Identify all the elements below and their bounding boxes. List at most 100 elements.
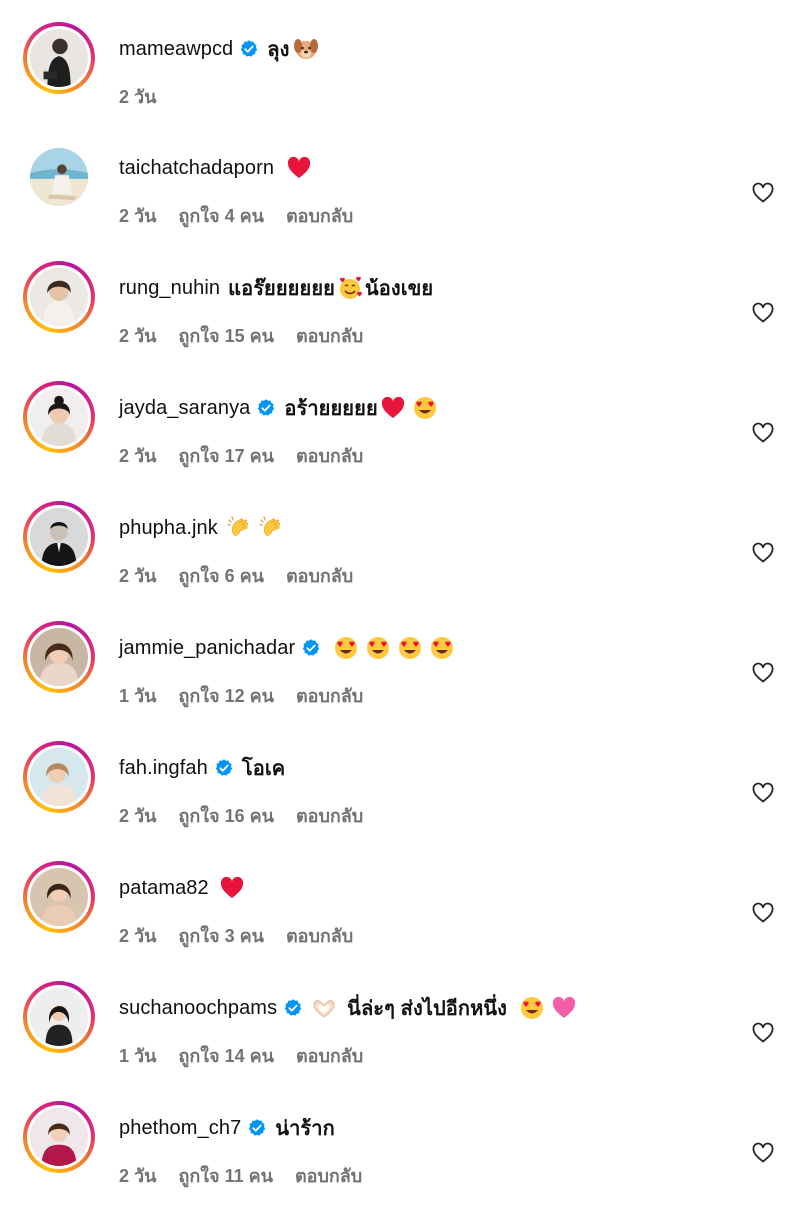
avatar[interactable] — [23, 22, 95, 94]
comment-line: taichatchadaporn — [119, 153, 312, 183]
username[interactable]: phupha.jnk — [119, 517, 218, 540]
like-count[interactable]: ถูกใจ 15 คน — [178, 321, 274, 350]
comment-line: phethom_ch7 น่าร้าก — [119, 1113, 335, 1143]
comment-meta: 2 วัน ถูกใจ 6 คน ตอบกลับ — [119, 561, 375, 590]
username[interactable]: rung_nuhin — [119, 277, 220, 300]
comment-text-2: น้องเขย — [364, 278, 434, 300]
heart-outline-icon[interactable] — [751, 541, 775, 565]
heart-outline-icon[interactable] — [751, 181, 775, 205]
like-count[interactable]: ถูกใจ 12 คน — [178, 681, 274, 710]
comment-time: 1 วัน — [119, 1046, 157, 1066]
comment-line: mameawpcd ลุง — [119, 34, 319, 64]
comment-meta: 2 วัน — [119, 82, 178, 111]
dog-face-emoji — [293, 36, 319, 62]
comment-meta: 2 วัน ถูกใจ 3 คน ตอบกลับ — [119, 921, 375, 950]
comment-meta: 2 วัน ถูกใจ 16 คน ตอบกลับ — [119, 801, 385, 830]
comment-row: taichatchadaporn 2 วัน ถูกใจ 4 คน ตอบกลั… — [0, 141, 800, 261]
heart-hands-emoji — [311, 995, 337, 1021]
comment-row: patama82 2 วัน ถูกใจ 3 คน ตอบกลับ — [0, 861, 800, 981]
comment-text: อร้ายยยยย — [284, 398, 378, 420]
username[interactable]: jammie_panichadar — [119, 637, 295, 660]
avatar[interactable] — [23, 501, 95, 573]
comment-meta: 2 วัน ถูกใจ 15 คน ตอบกลับ — [119, 321, 385, 350]
verified-badge-icon — [301, 638, 321, 658]
verified-badge-icon — [283, 998, 303, 1018]
like-count[interactable]: ถูกใจ 3 คน — [178, 921, 264, 950]
reply-button[interactable]: ตอบกลับ — [296, 441, 363, 470]
username[interactable]: suchanoochpams — [119, 997, 277, 1020]
reply-button[interactable]: ตอบกลับ — [296, 1041, 363, 1070]
avatar[interactable] — [23, 261, 95, 333]
comment-line: suchanoochpams นี่ล่ะๆ ส่งไปอีกหนึ่ง — [119, 993, 577, 1023]
like-count[interactable]: ถูกใจ 6 คน — [178, 561, 264, 590]
avatar[interactable] — [23, 381, 95, 453]
clapping-hands-emoji — [259, 515, 286, 541]
heart-outline-icon[interactable] — [751, 781, 775, 805]
heart-eyes-emoji — [365, 635, 391, 661]
reply-button[interactable]: ตอบกลับ — [296, 321, 363, 350]
avatar[interactable] — [23, 621, 95, 693]
comment-time: 2 วัน — [119, 926, 157, 946]
heart-eyes-emoji — [519, 995, 545, 1021]
username[interactable]: taichatchadaporn — [119, 157, 274, 180]
comment-line: patama82 — [119, 873, 245, 903]
comment-meta: 2 วัน ถูกใจ 11 คน ตอบกลับ — [119, 1161, 384, 1190]
comment-meta: 2 วัน ถูกใจ 4 คน ตอบกลับ — [119, 201, 375, 230]
comment-time: 2 วัน — [119, 326, 157, 346]
comment-row: fah.ingfah โอเค 2 วัน ถูกใจ 16 คน ตอบกลั… — [0, 741, 800, 861]
like-count[interactable]: ถูกใจ 4 คน — [178, 201, 264, 230]
comment-text: โอเค — [241, 758, 286, 780]
heart-outline-icon[interactable] — [751, 901, 775, 925]
comment-row: suchanoochpams นี่ล่ะๆ ส่งไปอีกหนึ่ง 1 ว… — [0, 981, 800, 1101]
like-count[interactable]: ถูกใจ 14 คน — [178, 1041, 274, 1070]
username[interactable]: mameawpcd — [119, 38, 233, 61]
comment-meta: 1 วัน ถูกใจ 14 คน ตอบกลับ — [119, 1041, 385, 1070]
heart-outline-icon[interactable] — [751, 1141, 775, 1165]
red-heart-emoji — [380, 395, 406, 421]
like-count[interactable]: ถูกใจ 17 คน — [178, 441, 274, 470]
username[interactable]: patama82 — [119, 877, 209, 900]
username[interactable]: phethom_ch7 — [119, 1117, 241, 1140]
comment-row: phupha.jnk 2 วัน ถูกใจ 6 คน ตอบกลับ — [0, 501, 800, 621]
reply-button[interactable]: ตอบกลับ — [286, 201, 353, 230]
reply-button[interactable]: ตอบกลับ — [295, 1161, 362, 1190]
heart-outline-icon[interactable] — [751, 301, 775, 325]
comment-time: 2 วัน — [119, 806, 157, 826]
avatar[interactable] — [23, 981, 95, 1053]
comment-meta: 2 วัน ถูกใจ 17 คน ตอบกลับ — [119, 441, 385, 470]
username[interactable]: fah.ingfah — [119, 757, 208, 780]
comment-line: rung_nuhin แอร๊ยยยยยย น้องเขย — [119, 273, 433, 303]
verified-badge-icon — [239, 39, 259, 59]
comment-line: jayda_saranya อร้ายยยยย — [119, 393, 438, 423]
comment-time: 2 วัน — [119, 87, 157, 107]
comment-row: jammie_panichadar 1 วัน ถูกใจ 12 คน ตอบก… — [0, 621, 800, 741]
red-heart-emoji — [286, 155, 312, 181]
avatar[interactable] — [23, 1101, 95, 1173]
heart-outline-icon[interactable] — [751, 661, 775, 685]
heart-eyes-emoji — [333, 635, 359, 661]
reply-button[interactable]: ตอบกลับ — [296, 681, 363, 710]
comment-text: แอร๊ยยยยยย — [228, 278, 335, 300]
verified-badge-icon — [247, 1118, 267, 1138]
comment-row: jayda_saranya อร้ายยยยย 2 วัน ถูกใจ 17 ค… — [0, 381, 800, 501]
comment-row: mameawpcd ลุง 2 วัน — [0, 22, 800, 142]
avatar[interactable] — [23, 741, 95, 813]
username[interactable]: jayda_saranya — [119, 397, 250, 420]
comment-line: phupha.jnk — [119, 513, 286, 543]
avatar[interactable] — [23, 141, 95, 213]
like-count[interactable]: ถูกใจ 11 คน — [178, 1161, 273, 1190]
comment-time: 2 วัน — [119, 206, 157, 226]
heart-outline-icon[interactable] — [751, 421, 775, 445]
avatar[interactable] — [23, 861, 95, 933]
comment-text: นี่ล่ะๆ ส่งไปอีกหนึ่ง — [347, 998, 508, 1020]
reply-button[interactable]: ตอบกลับ — [286, 921, 353, 950]
pink-heart-emoji — [551, 995, 577, 1021]
reply-button[interactable]: ตอบกลับ — [286, 561, 353, 590]
heart-outline-icon[interactable] — [751, 1021, 775, 1045]
heart-eyes-emoji — [429, 635, 455, 661]
heart-eyes-emoji — [412, 395, 438, 421]
reply-button[interactable]: ตอบกลับ — [296, 801, 363, 830]
heart-eyes-emoji — [397, 635, 423, 661]
verified-badge-icon — [214, 758, 234, 778]
like-count[interactable]: ถูกใจ 16 คน — [178, 801, 274, 830]
